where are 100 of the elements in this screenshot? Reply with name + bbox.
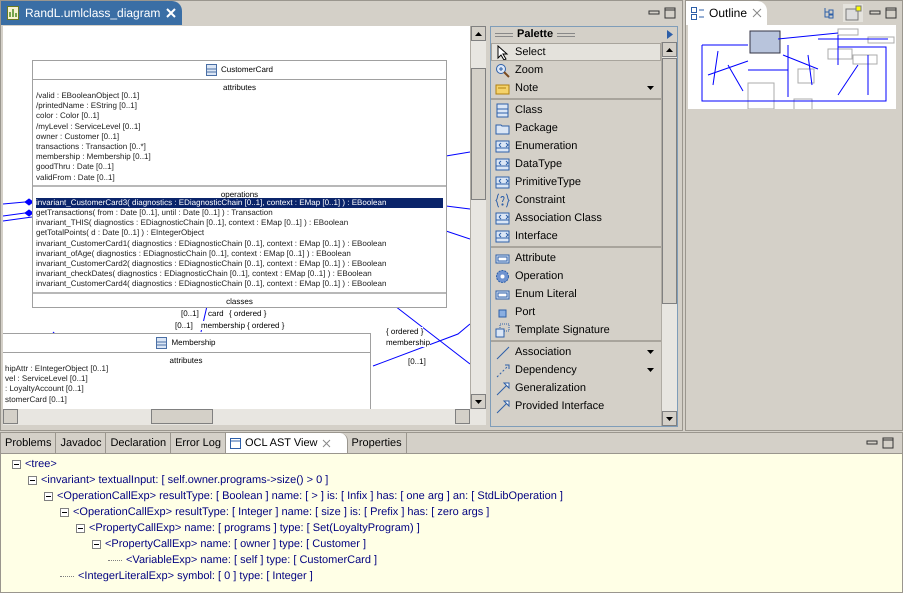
compartment-title: attributes: [170, 356, 202, 365]
operation-row[interactable]: invariant_ofAge( diagnostics : EDiagnosticChain [0..1], context : EMap [0..1] ) : EBoolean: [36, 248, 443, 260]
collapse-toggle[interactable]: [60, 508, 69, 516]
attribute-row[interactable]: transactions : Transaction [0..*]: [36, 142, 443, 152]
palette-item[interactable]: Dependency: [491, 361, 661, 379]
tree-node-label[interactable]: <OperationCallExp> resultType: [ Integer ] name: [ size ] is: [ Prefix ] has: [ zero args ]: [73, 504, 490, 520]
edge-label: card: [208, 309, 224, 318]
tree-node-label[interactable]: <IntegerLiteralExp> symbol: [ 0 ] type: [ Integer ]: [78, 568, 313, 584]
tree-node-label[interactable]: <VariableExp> name: [ self ] type: [ CustomerCard ]: [126, 552, 378, 568]
horizontal-scrollbar[interactable]: [3, 409, 486, 425]
operation-row[interactable]: invariant_CustomerCard1( diagnostics : EDiagnosticChain [0..1], context : EMap [0..1] ) : EBoolean: [36, 238, 443, 249]
down-arrow-icon[interactable]: [475, 400, 482, 404]
view-icon: [230, 438, 241, 448]
operation-row[interactable]: invariant_CustomerCard2( diagnostics : EDiagnosticChain [0..1], context : EMap [0..1] ) : EBoolean: [36, 259, 443, 270]
palette-item[interactable]: Provided Interface: [491, 397, 661, 415]
palette-item[interactable]: DataType: [491, 155, 661, 173]
up-arrow-icon[interactable]: [475, 32, 482, 36]
operation-row[interactable]: getTotalPoints( d : Date [0..1] ) : EIntegerObject: [36, 228, 443, 239]
tagged-box-icon: [495, 228, 510, 244]
palette-item[interactable]: Attribute: [491, 249, 661, 267]
overview-icon[interactable]: [843, 4, 863, 22]
palette-header[interactable]: Palette: [491, 27, 677, 42]
class-name: Membership: [171, 337, 216, 349]
palette-item[interactable]: Template Signature: [491, 321, 661, 339]
attribute-row[interactable]: : LoyaltyAccount [0..1]: [5, 384, 367, 395]
operation-row[interactable]: getTransactions( from : Date [0..1], until : Date [0..1] ) : Transaction: [36, 208, 443, 218]
palette-item[interactable]: Constraint: [491, 191, 661, 209]
close-icon[interactable]: [322, 438, 331, 448]
attribute-row[interactable]: owner : Customer [0..1]: [36, 132, 443, 142]
palette-item[interactable]: PrimitiveType: [491, 173, 661, 191]
attribute-row[interactable]: validFrom : Date [0..1]: [36, 172, 443, 183]
dropdown-caret-icon[interactable]: [647, 86, 654, 90]
palette-item[interactable]: Generalization: [491, 379, 661, 397]
class-name: CustomerCard: [220, 64, 273, 76]
palette-item[interactable]: Select: [491, 43, 661, 61]
attribute-row[interactable]: goodThru : Date [0..1]: [36, 162, 443, 173]
attribute-row[interactable]: color : Color [0..1]: [36, 111, 443, 122]
edge-label: { ordered }: [229, 309, 266, 318]
collapse-toggle[interactable]: [92, 540, 101, 548]
up-arrow-icon[interactable]: [666, 48, 673, 52]
palette-item[interactable]: Association: [491, 343, 661, 361]
tree-node-label[interactable]: <tree>: [25, 456, 57, 472]
maximize-icon[interactable]: [882, 437, 894, 449]
collapse-toggle[interactable]: [12, 460, 21, 468]
edge-label: membership: [386, 338, 430, 347]
collapse-toggle[interactable]: [44, 492, 53, 500]
palette-item[interactable]: Note: [491, 79, 661, 97]
attribute-row[interactable]: hipAttr : EIntegerObject [0..1]: [5, 364, 367, 374]
collapse-toggle[interactable]: [28, 476, 37, 484]
attribute-row[interactable]: /myLevel : ServiceLevel [0..1]: [36, 122, 443, 132]
attribute-row[interactable]: /valid : EBooleanObject [0..1]: [36, 91, 443, 102]
edge-label: { ordered }: [247, 321, 284, 330]
palette-item[interactable]: Enumeration: [491, 137, 661, 155]
view-tab[interactable]: Properties: [348, 433, 407, 453]
maximize-icon[interactable]: [885, 7, 897, 19]
zoom-icon: [495, 62, 510, 78]
class-icon: [206, 64, 217, 76]
tree-node-label[interactable]: <PropertyCallExp> name: [ owner ] type: [ Customer ]: [105, 536, 366, 552]
palette-item[interactable]: Package: [491, 119, 661, 137]
operation-row[interactable]: invariant_THIS( diagnostics : EDiagnosticChain [0..1], context : EMap [0..1] ) : EBoolean: [36, 218, 443, 228]
compartment-title: classes: [226, 296, 253, 306]
attribute-row[interactable]: membership : Membership [0..1]: [36, 152, 443, 162]
expand-arrow-icon[interactable]: [667, 30, 673, 39]
collapse-toggle[interactable]: [76, 524, 85, 532]
dropdown-caret-icon[interactable]: [647, 350, 654, 354]
down-arrow-icon[interactable]: [666, 416, 673, 420]
editor-tab[interactable]: RandL.umlclass_diagram: [1, 1, 182, 25]
view-tab[interactable]: OCL AST View: [226, 433, 348, 453]
vertical-scrollbar[interactable]: [661, 42, 677, 426]
tree-node-label[interactable]: <invariant> textualInput: [ self.owner.programs->size() > 0 ]: [41, 472, 328, 488]
palette-item[interactable]: Enum Literal: [491, 285, 661, 303]
vertical-scrollbar[interactable]: [470, 26, 486, 409]
class-node[interactable]: [32, 60, 447, 308]
palette-item[interactable]: Operation: [491, 267, 661, 285]
tree-node-label[interactable]: <PropertyCallExp> name: [ programs ] type: [ Set(LoyaltyProgram) ]: [89, 520, 420, 536]
tree-view-icon[interactable]: [823, 7, 835, 19]
operation-row[interactable]: invariant_CustomerCard4( diagnostics : EDiagnosticChain [0..1], context : EMap [0..1] ) : EBoolean: [36, 279, 443, 290]
operation-row[interactable]: invariant_CustomerCard3( diagnostics : EDiagnosticChain [0..1], context : EMap [0..1] ) : EBoolean: [36, 198, 443, 208]
palette-item[interactable]: Class: [491, 101, 661, 119]
tree-node-label[interactable]: <OperationCallExp> resultType: [ Boolean ] name: [ > ] is: [ Infix ] has: [ one arg ] an: [ StdLibOperation ]: [57, 488, 563, 504]
class-icon: [495, 102, 510, 118]
attribute-row[interactable]: vel : ServiceLevel [0..1]: [5, 374, 367, 384]
arrow-icon: [495, 398, 510, 414]
maximize-icon[interactable]: [664, 7, 676, 19]
palette-item[interactable]: Association Class: [491, 209, 661, 227]
outline-tab[interactable]: Outline: [686, 1, 768, 25]
palette-item[interactable]: Zoom: [491, 61, 661, 79]
compartment-title: operations: [220, 190, 258, 199]
class-node[interactable]: Membership attributes hipAttr : EIntegerObject [0..1] vel : ServiceLevel [0..1] : LoyaltyAccount [0..1] stomerCard [0..1]: [3, 333, 371, 409]
attribute-row[interactable]: /printedName : EString [0..1]: [36, 101, 443, 112]
outline-icon: [691, 6, 704, 20]
operation-row[interactable]: invariant_checkDates( diagnostics : EDiagnosticChain [0..1], context : EMap [0..1] ) : EBoolean: [36, 269, 443, 280]
dotted-box-icon: [495, 322, 510, 338]
edge-label: [0..1]: [175, 321, 193, 330]
attribute-row[interactable]: stomerCard [0..1]: [5, 394, 367, 405]
palette-item[interactable]: Port: [491, 303, 661, 321]
palette-item[interactable]: Interface: [491, 227, 661, 245]
dropdown-caret-icon[interactable]: [647, 368, 654, 372]
close-icon[interactable]: [752, 8, 762, 18]
dashed-arrow-icon: [495, 362, 510, 378]
